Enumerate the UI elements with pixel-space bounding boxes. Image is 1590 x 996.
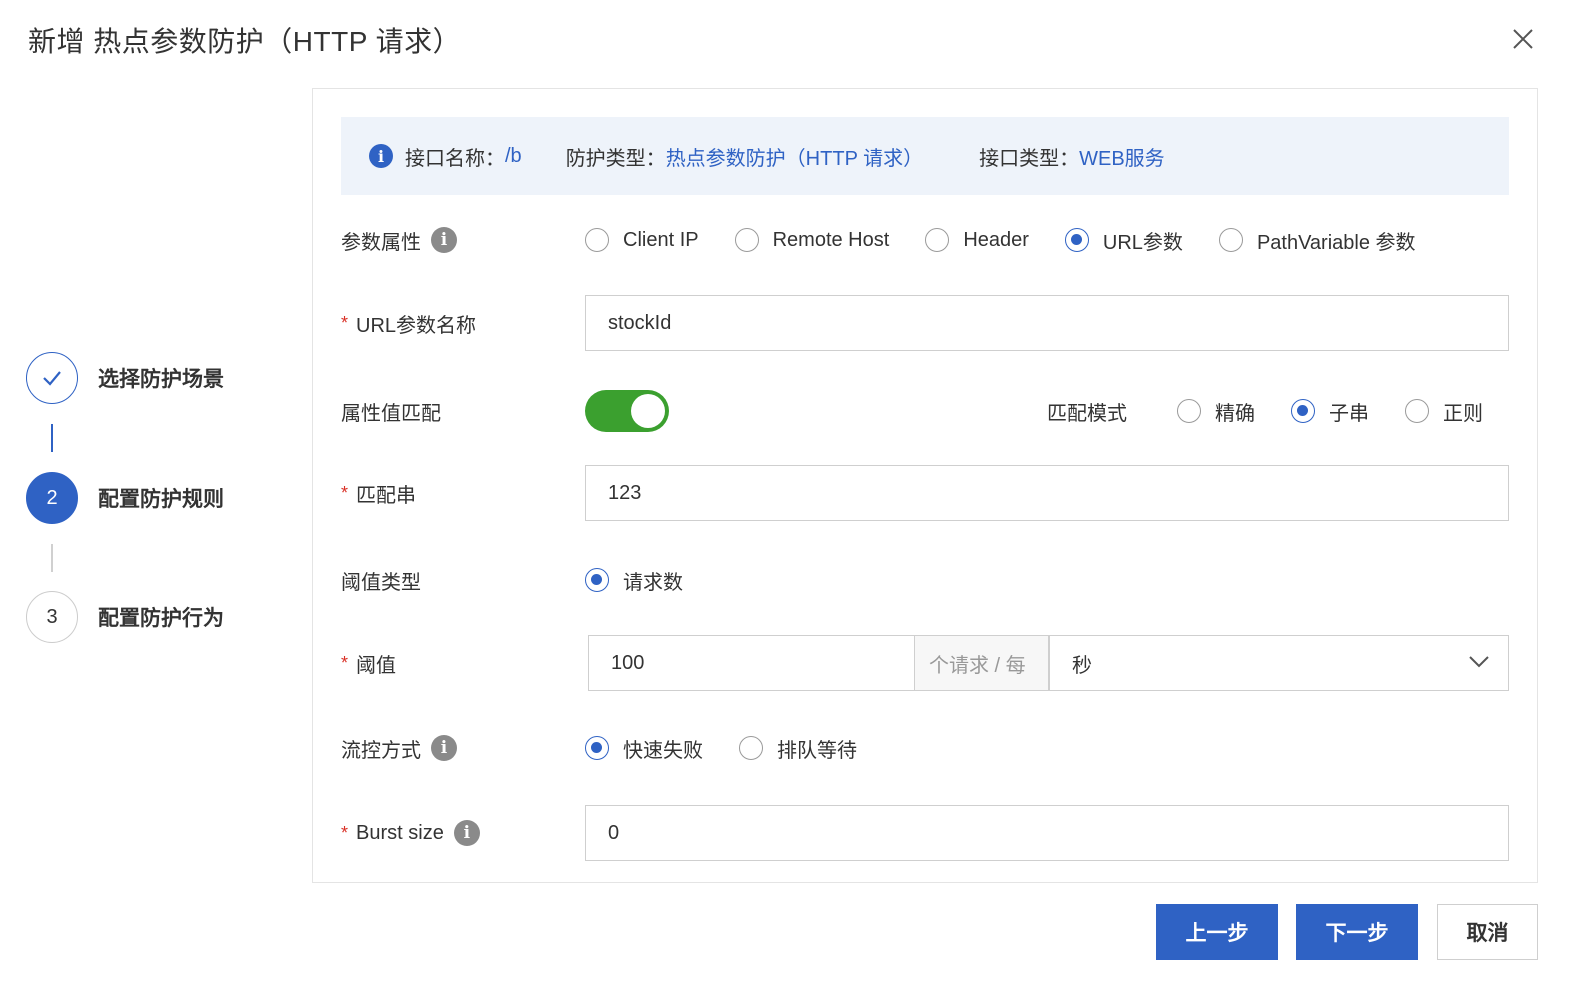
match-string-row: * 匹配串 123 (341, 465, 1509, 521)
param-attr-label: 参数属性 (341, 231, 421, 254)
step-label: 配置防护规则 (98, 488, 224, 511)
match-mode-radio-group: 精确 子串 正则 (1177, 397, 1483, 426)
attr-match-toggle[interactable] (585, 390, 669, 432)
step-connector (51, 424, 53, 452)
radio-remote-host[interactable]: Remote Host (734, 228, 889, 252)
step-config-behavior: 3 配置防护行为 (26, 591, 224, 643)
help-icon[interactable]: i (431, 227, 457, 253)
next-step-button[interactable]: 下一步 (1296, 904, 1418, 960)
help-icon[interactable]: i (431, 735, 457, 761)
dialog-title: 新增 热点参数防护（HTTP 请求） (28, 26, 462, 57)
required-mark: * (341, 822, 349, 843)
cancel-button[interactable]: 取消 (1437, 904, 1538, 960)
step-done-check-icon (26, 352, 78, 404)
step-number: 3 (26, 591, 78, 643)
threshold-type-radio-group: 请求数 (585, 566, 683, 595)
match-string-input[interactable]: 123 (585, 465, 1509, 521)
required-mark: * (341, 482, 349, 503)
radio-regex[interactable]: 正则 (1405, 397, 1483, 426)
url-param-name-row: * URL参数名称 stockId (341, 295, 1509, 351)
param-attr-row: 参数属性 i Client IP Remote Host Header URL参… (341, 223, 1509, 257)
protect-type-value: 热点参数防护（HTTP 请求） (665, 147, 924, 170)
help-icon[interactable]: i (453, 820, 480, 846)
radio-path-variable[interactable]: PathVariable 参数 (1218, 226, 1416, 255)
url-param-name-input[interactable]: stockId (585, 295, 1509, 351)
burst-size-input[interactable]: 0 (585, 805, 1509, 861)
chevron-down-icon (1468, 652, 1490, 675)
threshold-label: 阈值 (356, 654, 397, 677)
step-number: 2 (26, 472, 78, 524)
close-icon[interactable] (1508, 24, 1538, 54)
step-label: 配置防护行为 (98, 607, 224, 630)
threshold-addon: 个请求 / 每 (915, 635, 1049, 691)
required-mark: * (341, 652, 349, 673)
info-bar: i 接口名称： /b 防护类型： 热点参数防护（HTTP 请求） 接口类型： W… (341, 117, 1509, 195)
api-type-value: WEB服务 (1079, 147, 1165, 170)
step-config-rules: 2 配置防护规则 (26, 472, 224, 524)
threshold-input[interactable]: 100 (588, 635, 915, 691)
flow-control-label: 流控方式 (341, 739, 421, 762)
step-connector (51, 544, 53, 572)
time-unit-select[interactable]: 秒 (1049, 635, 1509, 691)
step-label: 选择防护场景 (98, 368, 224, 391)
burst-size-label: Burst size (356, 821, 444, 844)
protect-type-label: 防护类型： (565, 147, 666, 170)
form-panel: i 接口名称： /b 防护类型： 热点参数防护（HTTP 请求） 接口类型： W… (312, 88, 1538, 883)
attr-match-label: 属性值匹配 (341, 402, 441, 425)
required-mark: * (341, 312, 349, 333)
radio-header[interactable]: Header (925, 228, 1029, 252)
radio-substring[interactable]: 子串 (1291, 397, 1369, 426)
param-attr-radio-group: Client IP Remote Host Header URL参数 PathV… (585, 226, 1416, 255)
url-param-name-label: URL参数名称 (356, 314, 477, 337)
threshold-type-label: 阈值类型 (341, 571, 421, 594)
match-mode-label: 匹配模式 (1047, 402, 1127, 425)
attr-match-row: 属性值匹配 匹配模式 精确 子串 正则 (341, 389, 1509, 433)
step-select-scene: 选择防护场景 (26, 352, 224, 404)
threshold-type-row: 阈值类型 请求数 (341, 563, 1509, 597)
api-name-label: 接口名称： (405, 147, 505, 170)
match-string-label: 匹配串 (356, 484, 417, 507)
radio-client-ip[interactable]: Client IP (585, 228, 699, 252)
api-name-value: /b (505, 144, 522, 167)
toggle-knob (631, 394, 665, 428)
radio-url-param[interactable]: URL参数 (1064, 226, 1183, 255)
radio-fast-fail[interactable]: 快速失败 (585, 734, 703, 763)
flow-control-row: 流控方式 i 快速失败 排队等待 (341, 731, 1509, 765)
flow-control-radio-group: 快速失败 排队等待 (585, 734, 857, 763)
burst-size-row: * Burst size i 0 (341, 805, 1509, 861)
radio-request-count[interactable]: 请求数 (585, 566, 683, 595)
time-unit-value: 秒 (1072, 654, 1092, 677)
api-type-label: 接口类型： (979, 147, 1080, 170)
prev-step-button[interactable]: 上一步 (1156, 904, 1278, 960)
threshold-row: * 阈值 100 个请求 / 每 秒 (341, 635, 1509, 691)
info-icon: i (369, 144, 393, 168)
radio-exact[interactable]: 精确 (1177, 397, 1255, 426)
radio-queue-wait[interactable]: 排队等待 (739, 734, 857, 763)
